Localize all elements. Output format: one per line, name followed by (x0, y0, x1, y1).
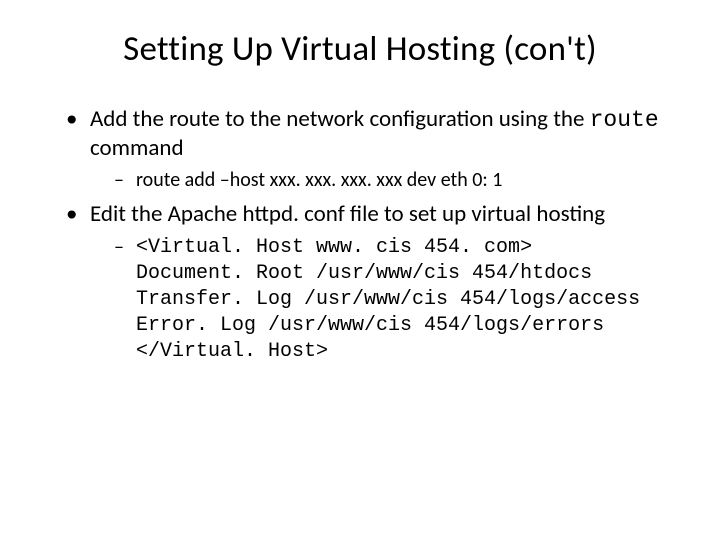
sub-list-1: route add –host xxx. xxx. xxx. xxx dev e… (90, 168, 670, 193)
code-block: <Virtual. Host www. cis 454. com> Docume… (136, 235, 670, 365)
bullet-item-2: Edit the Apache httpd. conf file to set … (66, 201, 670, 365)
bullet-text-post: command (90, 134, 184, 162)
sub-list-2: <Virtual. Host www. cis 454. com> Docume… (90, 235, 670, 365)
sub-item-1: route add –host xxx. xxx. xxx. xxx dev e… (114, 168, 670, 193)
bullet-item-1: Add the route to the network configurati… (66, 106, 670, 193)
slide-title: Setting Up Virtual Hosting (con't) (50, 28, 670, 70)
bullet-list: Add the route to the network configurati… (50, 106, 670, 365)
bullet-text-2: Edit the Apache httpd. conf file to set … (90, 200, 605, 228)
bullet-text-code: route (590, 107, 659, 133)
sub-item-2: <Virtual. Host www. cis 454. com> Docume… (114, 235, 670, 365)
sub-item-text: route add –host xxx. xxx. xxx. xxx dev e… (136, 168, 502, 192)
bullet-text-pre: Add the route to the network configurati… (90, 105, 590, 133)
